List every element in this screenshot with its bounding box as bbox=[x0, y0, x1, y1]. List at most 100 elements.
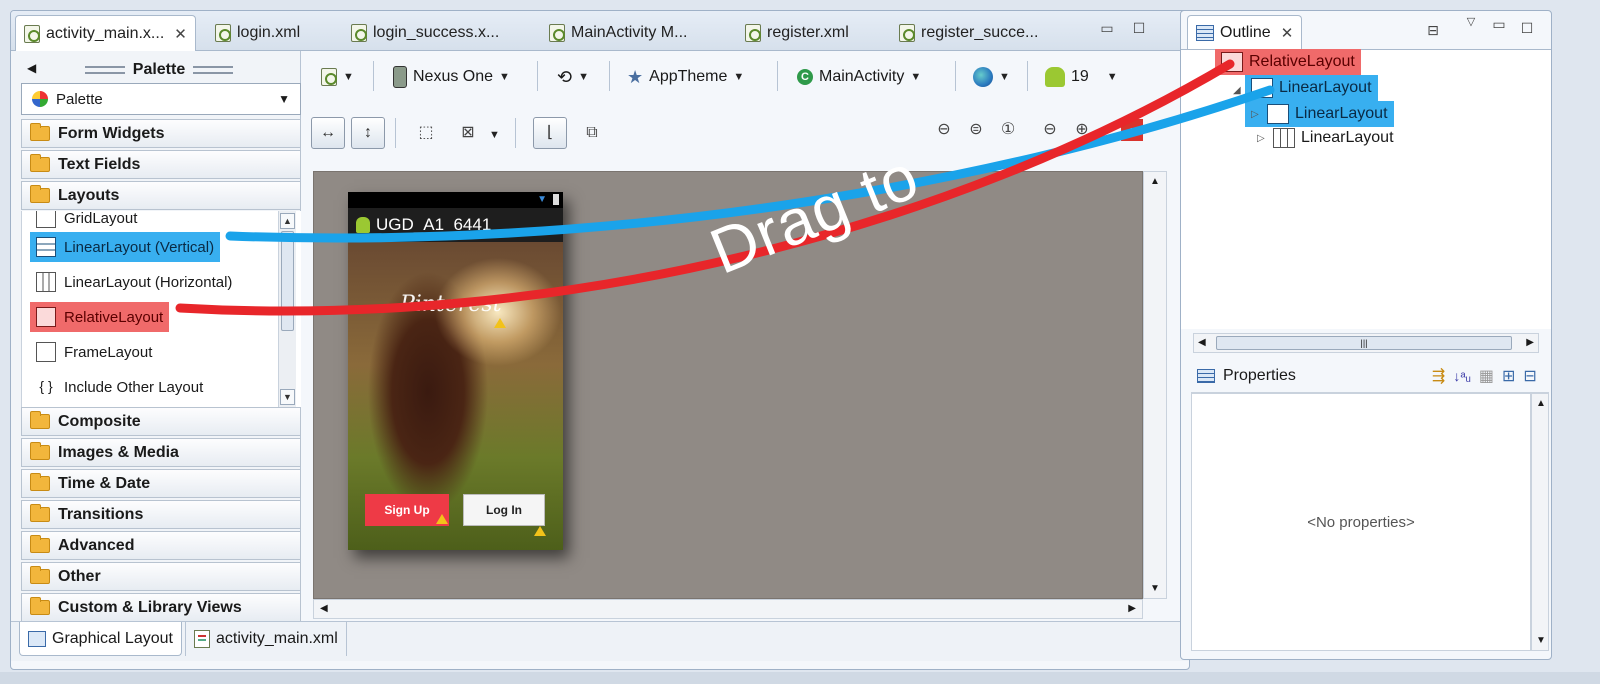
palette-item-gridlayout[interactable]: GridLayout bbox=[30, 211, 143, 233]
scroll-thumb[interactable]: ||| bbox=[1216, 336, 1512, 350]
minimize-icon[interactable]: ▭ bbox=[1491, 17, 1507, 33]
grip-icon bbox=[84, 66, 125, 74]
toolbar-separator bbox=[373, 61, 374, 91]
toggle-baseline-button[interactable]: ⌊ bbox=[533, 117, 567, 149]
category-images-media[interactable]: Images & Media bbox=[21, 438, 301, 467]
properties-vertical-scrollbar[interactable]: ▲ ▼ bbox=[1531, 393, 1549, 651]
category-layouts[interactable]: Layouts bbox=[21, 181, 301, 210]
scroll-right-icon[interactable]: ▶ bbox=[1128, 603, 1136, 614]
category-text-fields[interactable]: Text Fields bbox=[21, 150, 301, 179]
theme-dropdown[interactable]: ★ AppTheme ▼ bbox=[627, 61, 744, 93]
toggle-fill-height-button[interactable]: ↕ bbox=[351, 117, 385, 149]
zoom-out-icon[interactable]: ⊖ bbox=[933, 119, 955, 141]
category-other[interactable]: Other bbox=[21, 562, 301, 591]
scroll-down-icon[interactable]: ▼ bbox=[1150, 583, 1160, 594]
orientation-dropdown[interactable]: ⟲ ▼ bbox=[557, 61, 589, 93]
scroll-up-icon[interactable]: ▲ bbox=[1150, 176, 1160, 187]
activity-dropdown[interactable]: C MainActivity ▼ bbox=[797, 61, 921, 93]
chevron-down-icon: ▼ bbox=[278, 92, 290, 106]
relative-layout-icon bbox=[1221, 52, 1243, 72]
scroll-up-icon[interactable]: ▲ bbox=[1536, 398, 1546, 409]
close-icon[interactable]: ✕ bbox=[1281, 24, 1294, 42]
scroll-down-icon[interactable]: ▼ bbox=[1536, 635, 1546, 646]
sort-alphabetical-icon[interactable]: ↓ᵃᵤ bbox=[1453, 368, 1471, 384]
palette-selector[interactable]: Palette ▼ bbox=[21, 83, 301, 115]
category-transitions[interactable]: Transitions bbox=[21, 500, 301, 529]
category-form-widgets[interactable]: Form Widgets bbox=[21, 119, 301, 148]
canvas-vertical-scrollbar[interactable]: ▲ ▼ bbox=[1143, 171, 1167, 599]
minimize-icon[interactable]: ▭ bbox=[1099, 21, 1115, 37]
view-menu-icon[interactable]: ▽ bbox=[1463, 15, 1479, 31]
scroll-thumb[interactable] bbox=[281, 231, 294, 331]
tab-main-activity-manifest[interactable]: MainActivity M... bbox=[541, 15, 695, 51]
category-label: Time & Date bbox=[58, 474, 151, 492]
scroll-down-icon[interactable]: ▼ bbox=[280, 389, 295, 405]
xml-file-icon bbox=[194, 630, 210, 648]
log-in-button[interactable]: Log In bbox=[463, 494, 545, 526]
tab-graphical-layout[interactable]: Graphical Layout bbox=[19, 622, 182, 656]
locale-dropdown[interactable]: ▼ bbox=[973, 61, 1010, 93]
margins-icon[interactable]: ⬚ bbox=[415, 122, 437, 144]
layout-editor-window: activity_main.x... ✕ login.xml login_suc… bbox=[10, 10, 1190, 670]
outline-horizontal-scrollbar[interactable]: ◀ ||| ▶ bbox=[1193, 333, 1539, 353]
scroll-right-icon[interactable]: ▶ bbox=[1526, 337, 1534, 348]
collapse-all-icon[interactable]: ⊟ bbox=[1425, 23, 1441, 39]
zoom-plus-icon[interactable]: ⊕ bbox=[1071, 119, 1093, 141]
expand-arrow-icon[interactable]: ▷ bbox=[1251, 109, 1261, 120]
tab-outline[interactable]: Outline ✕ bbox=[1187, 15, 1303, 49]
scroll-left-icon[interactable]: ◀ bbox=[320, 603, 328, 614]
tab-register-xml[interactable]: register.xml bbox=[737, 15, 857, 51]
collapse-all-icon[interactable]: ⊟ bbox=[1523, 366, 1536, 386]
category-time-date[interactable]: Time & Date bbox=[21, 469, 301, 498]
tab-xml-source[interactable]: activity_main.xml bbox=[185, 622, 347, 656]
close-icon[interactable]: ✕ bbox=[174, 25, 187, 43]
palette-item-linearlayout-horizontal[interactable]: LinearLayout (Horizontal) bbox=[30, 267, 238, 297]
vertical-layout-icon bbox=[1251, 78, 1273, 98]
scroll-left-icon[interactable]: ◀ bbox=[1198, 337, 1206, 348]
canvas-horizontal-scrollbar[interactable]: ◀ ▶ bbox=[313, 599, 1143, 619]
category-label: Images & Media bbox=[58, 443, 179, 461]
zoom-fit-icon[interactable]: ⊜ bbox=[965, 119, 987, 141]
palette-item-include-layout[interactable]: { } Include Other Layout bbox=[30, 372, 209, 402]
tree-node-linearlayout-2[interactable]: ▷ LinearLayout bbox=[1245, 101, 1394, 127]
device-preview[interactable]: ▼ UGD_A1_6441 Pinterest Sign Up Log In bbox=[348, 192, 563, 550]
advanced-properties-icon[interactable]: ▦ bbox=[1479, 366, 1494, 386]
palette-item-linearlayout-vertical[interactable]: LinearLayout (Vertical) bbox=[30, 232, 221, 262]
collapse-arrow-icon[interactable]: ◢ bbox=[1233, 85, 1241, 96]
category-advanced[interactable]: Advanced bbox=[21, 531, 301, 560]
scroll-up-icon[interactable]: ▲ bbox=[280, 213, 295, 229]
tree-node-label: LinearLayout bbox=[1295, 105, 1388, 122]
filter-properties-icon[interactable]: ⇶ bbox=[1432, 366, 1445, 386]
layouts-scrollbar[interactable]: ▲ ▼ bbox=[278, 211, 296, 411]
tab-login-xml[interactable]: login.xml bbox=[207, 15, 308, 51]
refresh-render-icon[interactable]: ● bbox=[1121, 119, 1143, 141]
palette-item-framelayout[interactable]: FrameLayout bbox=[30, 337, 158, 367]
maximize-icon[interactable]: ☐ bbox=[1131, 21, 1147, 37]
toggle-fill-width-button[interactable]: ↔ bbox=[311, 117, 345, 149]
tree-node-relativelayout[interactable]: RelativeLayout bbox=[1215, 49, 1361, 75]
tab-register-success[interactable]: register_succe... bbox=[891, 15, 1046, 51]
warning-icon bbox=[494, 318, 506, 328]
tree-node-linearlayout-1[interactable]: LinearLayout bbox=[1245, 75, 1378, 101]
chevron-down-icon[interactable]: ▼ bbox=[489, 129, 500, 141]
tree-node-linearlayout-3[interactable]: ▷ LinearLayout bbox=[1251, 125, 1400, 151]
tab-activity-main[interactable]: activity_main.x... ✕ bbox=[15, 15, 196, 51]
expand-all-icon[interactable]: ⊞ bbox=[1502, 366, 1515, 386]
toolbar-separator bbox=[395, 118, 396, 148]
zoom-actual-size-icon[interactable]: ① bbox=[997, 119, 1019, 141]
palette-item-label: GridLayout bbox=[64, 211, 138, 227]
zoom-minus-icon[interactable]: ⊖ bbox=[1039, 119, 1061, 141]
palette-item-relativelayout[interactable]: RelativeLayout bbox=[30, 302, 170, 332]
maximize-icon[interactable]: ☐ bbox=[1519, 21, 1535, 37]
toolbar-separator bbox=[609, 61, 610, 91]
resize-icon[interactable]: ⧉ bbox=[581, 122, 603, 144]
device-dropdown[interactable]: Nexus One ▼ bbox=[393, 61, 510, 93]
category-composite[interactable]: Composite bbox=[21, 407, 301, 436]
gravity-icon[interactable]: ⊠ bbox=[457, 122, 479, 144]
api-level-dropdown[interactable]: 19 ▼ bbox=[1045, 61, 1118, 93]
palette-selector-label: Palette bbox=[56, 90, 103, 108]
category-custom-library-views[interactable]: Custom & Library Views bbox=[21, 593, 301, 622]
tab-login-success[interactable]: login_success.x... bbox=[343, 15, 507, 51]
expand-arrow-icon[interactable]: ▷ bbox=[1257, 133, 1267, 144]
config-file-dropdown[interactable]: ▼ bbox=[321, 61, 354, 93]
